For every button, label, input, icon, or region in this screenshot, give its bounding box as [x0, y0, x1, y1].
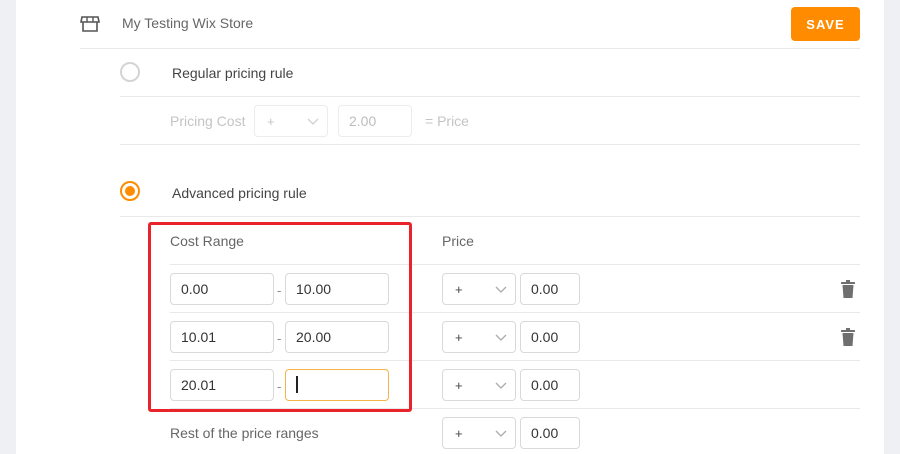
divider: [120, 96, 860, 97]
range-separator: -: [277, 331, 282, 346]
divider: [170, 264, 860, 265]
regular-rule-radio[interactable]: [120, 62, 140, 82]
rest-operator-select[interactable]: +: [442, 417, 516, 449]
pricing-cost-label: Pricing Cost: [170, 113, 246, 129]
save-button[interactable]: SAVE: [791, 7, 860, 41]
price-operator-select[interactable]: +: [442, 273, 516, 305]
regular-operator-select[interactable]: +: [254, 105, 328, 137]
price-value-input[interactable]: [520, 369, 580, 401]
trash-icon[interactable]: [840, 328, 856, 346]
advanced-rule-label: Advanced pricing rule: [172, 185, 307, 201]
price-operator-value: +: [455, 378, 463, 393]
divider: [120, 144, 860, 145]
divider: [120, 216, 860, 217]
price-operator-value: +: [455, 282, 463, 297]
price-value-input[interactable]: [520, 273, 580, 305]
price-operator-select[interactable]: +: [442, 321, 516, 353]
range-separator: -: [277, 379, 282, 394]
pricing-panel: My Testing Wix Store SAVE Regular pricin…: [16, 0, 884, 454]
divider: [80, 48, 860, 49]
range-to-field[interactable]: [285, 369, 389, 401]
range-to-input[interactable]: [285, 369, 389, 401]
cost-range-header: Cost Range: [170, 233, 244, 249]
regular-rule-label: Regular pricing rule: [172, 65, 294, 81]
rest-operator-value: +: [455, 426, 463, 441]
text-cursor: [296, 376, 298, 393]
range-from-input[interactable]: [170, 369, 274, 401]
store-icon: [80, 16, 100, 32]
price-operator-select[interactable]: +: [442, 369, 516, 401]
divider: [170, 312, 860, 313]
range-to-input[interactable]: [285, 321, 389, 353]
divider: [170, 408, 860, 409]
range-separator: -: [277, 283, 282, 298]
trash-icon[interactable]: [840, 280, 856, 298]
store-name: My Testing Wix Store: [122, 15, 254, 31]
price-value-input[interactable]: [520, 321, 580, 353]
chevron-down-icon: [495, 430, 507, 437]
rest-ranges-label: Rest of the price ranges: [170, 425, 319, 441]
rest-price-input[interactable]: [520, 417, 580, 449]
price-operator-value: +: [455, 330, 463, 345]
chevron-down-icon: [495, 286, 507, 293]
range-to-input[interactable]: [285, 273, 389, 305]
advanced-rule-radio[interactable]: [120, 181, 140, 201]
regular-value-input[interactable]: [338, 105, 412, 137]
chevron-down-icon: [495, 382, 507, 389]
equals-price-label: = Price: [425, 113, 469, 129]
range-from-input[interactable]: [170, 273, 274, 305]
regular-operator-value: +: [267, 114, 275, 129]
price-header: Price: [442, 233, 474, 249]
range-from-input[interactable]: [170, 321, 274, 353]
chevron-down-icon: [495, 334, 507, 341]
chevron-down-icon: [307, 118, 319, 125]
divider: [170, 360, 860, 361]
